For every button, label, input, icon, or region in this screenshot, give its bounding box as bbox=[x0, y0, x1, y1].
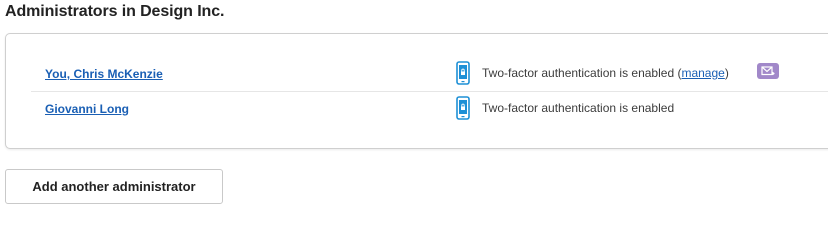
two-factor-status: Two-factor authentication is enabled (ma… bbox=[482, 66, 729, 80]
admin-row: Giovanni Long Two-factor authentication … bbox=[31, 92, 828, 126]
manage-link[interactable]: manage bbox=[681, 66, 724, 80]
admin-name-link[interactable]: You, Chris McKenzie bbox=[45, 67, 163, 81]
page-title: Administrators in Design Inc. bbox=[5, 3, 225, 20]
admin-page: Administrators in Design Inc. You, Chris… bbox=[0, 0, 828, 206]
two-factor-status: Two-factor authentication is enabled bbox=[482, 101, 675, 115]
envelope-icon[interactable] bbox=[757, 63, 779, 79]
administrators-panel: You, Chris McKenzie Two-factor authentic… bbox=[5, 33, 828, 149]
admin-name-link[interactable]: Giovanni Long bbox=[45, 102, 129, 116]
add-administrator-button[interactable]: Add another administrator bbox=[5, 169, 223, 204]
phone-lock-icon bbox=[456, 61, 470, 85]
phone-lock-icon bbox=[456, 96, 470, 120]
admin-row: You, Chris McKenzie Two-factor authentic… bbox=[31, 57, 828, 92]
